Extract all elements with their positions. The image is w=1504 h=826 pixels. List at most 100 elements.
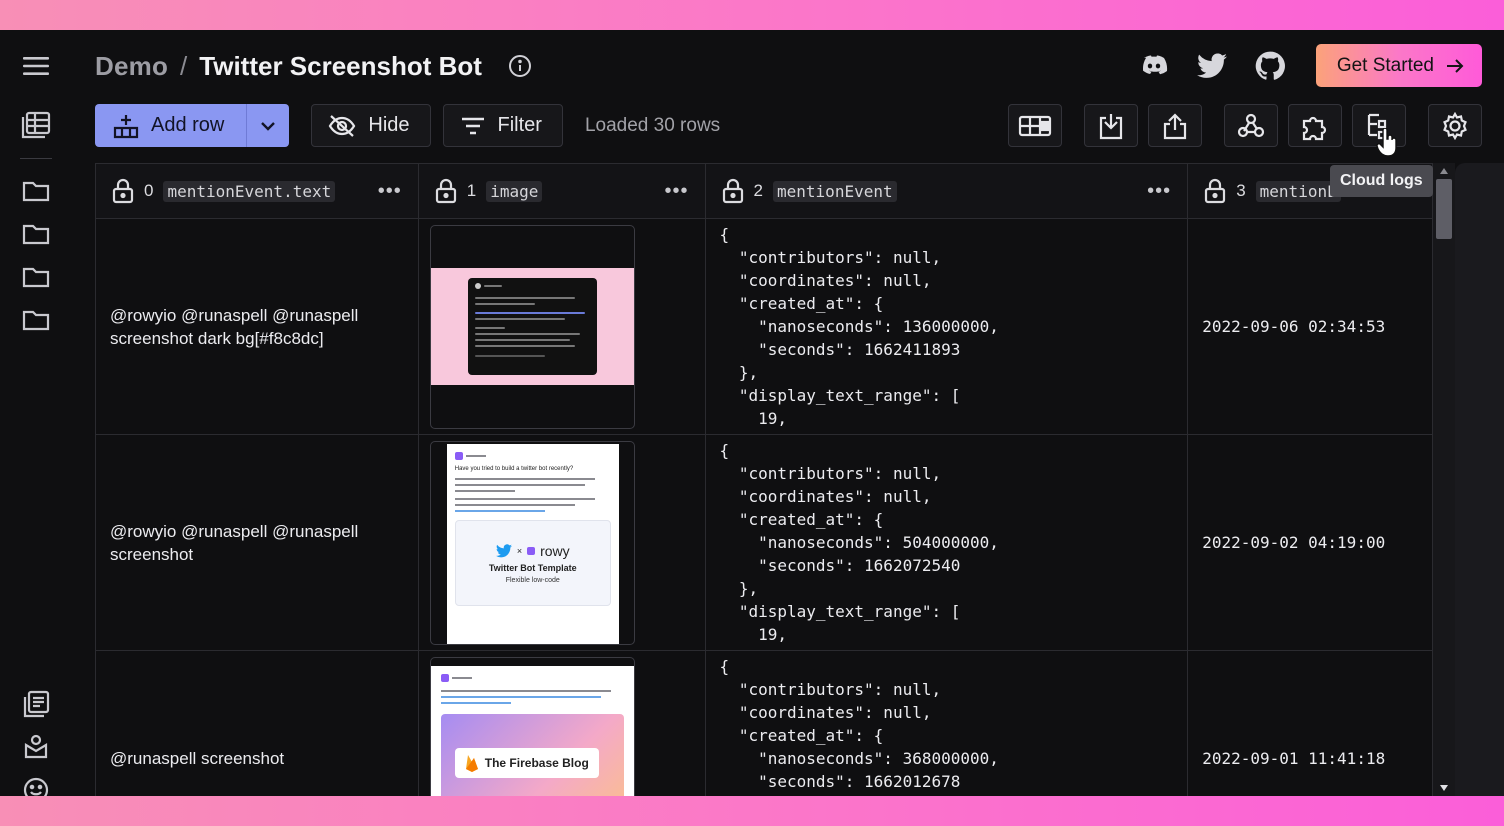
image-cell[interactable]: The Firebase Blog [419, 651, 706, 796]
firebase-flame-icon [465, 755, 478, 772]
image-cell[interactable] [419, 219, 706, 434]
table-row[interactable]: @rowyio @runaspell @runaspell screenshot… [96, 219, 1433, 435]
learn-icon[interactable] [20, 731, 52, 763]
row-count-status: Loaded 30 rows [584, 114, 721, 136]
breadcrumb-root[interactable]: Demo [95, 51, 168, 82]
date-cell[interactable]: 2022-09-06 02:34:53 [1188, 219, 1433, 434]
tables-icon[interactable] [20, 109, 52, 141]
json-cell[interactable]: { "contributors": null, "coordinates": n… [706, 435, 1189, 650]
json-cell[interactable]: { "contributors": null, "coordinates": n… [706, 651, 1189, 796]
header-actions: Get Started [1138, 44, 1482, 87]
vertical-scrollbar[interactable] [1433, 163, 1455, 796]
webhook-icon [1237, 113, 1265, 137]
column-key: mentionEvent [773, 180, 897, 202]
brand-name: rowy [540, 542, 570, 559]
firebase-blog-pill: The Firebase Blog [454, 748, 599, 778]
folder-icon[interactable] [20, 175, 52, 207]
text-cell[interactable]: @runaspell screenshot [96, 651, 419, 796]
tweet-image-light: Have you tried to build a twitter bot re… [446, 444, 619, 644]
add-row-menu-button[interactable] [246, 104, 290, 147]
column-index: 3 [1236, 181, 1246, 200]
column-header[interactable]: 1 image ••• [419, 164, 706, 218]
firebase-blog-banner: The Firebase Blog [440, 714, 624, 796]
lock-icon [435, 178, 456, 204]
column-menu-icon[interactable]: ••• [1147, 180, 1171, 203]
column-index: 1 [466, 181, 477, 200]
column-key: mentionEvent.text [163, 180, 336, 202]
github-icon[interactable] [1254, 50, 1286, 82]
tweet-screenshot-thumbnail[interactable]: Have you tried to build a twitter bot re… [429, 441, 635, 645]
discord-icon[interactable] [1138, 50, 1170, 82]
tweet-screenshot-thumbnail[interactable]: The Firebase Blog [429, 657, 635, 796]
scroll-up-arrow-icon[interactable] [1439, 167, 1449, 175]
table-tools [1008, 104, 1482, 147]
hide-button[interactable]: Hide [311, 104, 431, 147]
page-title: Twitter Screenshot Bot [199, 50, 482, 81]
column-header[interactable]: 0 mentionEvent.text ••• [96, 164, 419, 218]
table-settings-button[interactable] [1428, 104, 1482, 147]
column-menu-icon[interactable]: ••• [378, 180, 402, 203]
image-cell[interactable]: Have you tried to build a twitter bot re… [419, 435, 706, 650]
table-toolbar: Add row Hide Filter Loaded 30 rows [95, 104, 720, 147]
breadcrumb-separator: / [180, 50, 188, 81]
table-row[interactable]: @runaspell screenshot The Firebase Blog [96, 651, 1433, 796]
tweet-image-pink-bg [430, 268, 634, 385]
export-button[interactable] [1148, 104, 1202, 147]
extensions-button[interactable] [1288, 104, 1342, 147]
date-cell[interactable]: 2022-09-01 11:41:18 [1188, 651, 1433, 796]
menu-icon[interactable] [20, 50, 52, 82]
get-started-button[interactable]: Get Started [1315, 44, 1482, 87]
folder-icon[interactable] [20, 261, 52, 293]
arrow-right-icon [1447, 58, 1464, 73]
text-cell[interactable]: @rowyio @runaspell @runaspell screenshot… [96, 219, 419, 434]
column-header[interactable]: 2 mentionEvent ••• [706, 164, 1189, 218]
table-row[interactable]: @rowyio @runaspell @runaspell screenshot… [96, 435, 1433, 651]
export-icon [1163, 112, 1187, 139]
filter-icon [461, 117, 484, 134]
gear-icon [1443, 111, 1467, 140]
import-icon [1099, 113, 1123, 139]
tweet-screenshot-thumbnail[interactable] [429, 225, 635, 429]
chevron-down-icon [261, 121, 276, 131]
lock-icon [112, 178, 134, 204]
lock-icon [722, 178, 743, 204]
scroll-down-arrow-icon[interactable] [1439, 784, 1449, 792]
cloud-logs-tooltip: Cloud logs [1330, 165, 1433, 197]
scrollbar-thumb[interactable] [1436, 179, 1452, 239]
side-panel-edge [1455, 163, 1504, 796]
column-index: 2 [753, 181, 764, 200]
filter-label: Filter [497, 114, 542, 136]
template-subtitle: Flexible low-code [505, 576, 560, 584]
twitter-logo-icon [495, 543, 512, 557]
puzzle-icon [1302, 116, 1327, 140]
folder-icon[interactable] [20, 304, 52, 336]
filter-button[interactable]: Filter [442, 104, 563, 147]
column-menu-icon[interactable]: ••• [665, 180, 689, 203]
column-key: image [486, 180, 543, 202]
date-cell[interactable]: 2022-09-02 04:19:00 [1188, 435, 1433, 650]
info-icon[interactable] [508, 53, 534, 79]
sidebar [0, 30, 72, 796]
add-row-button[interactable]: Add row [95, 104, 247, 147]
lock-icon [1205, 178, 1226, 204]
app-window: Demo / Twitter Screenshot Bot Get Starte… [0, 30, 1504, 796]
data-grid: 0 mentionEvent.text ••• 1 image ••• 2 me… [95, 163, 1433, 796]
json-cell[interactable]: { "contributors": null, "coordinates": n… [706, 219, 1189, 434]
eye-off-icon [329, 114, 356, 137]
tweet-image-firebase: The Firebase Blog [430, 666, 634, 796]
column-index: 0 [144, 181, 154, 200]
sidebar-divider [20, 158, 52, 159]
webhooks-button[interactable] [1224, 104, 1278, 147]
feedback-smile-icon[interactable] [20, 774, 52, 796]
tweet-card-dark [467, 278, 597, 375]
table-rows-icon [1018, 115, 1052, 136]
twitter-icon[interactable] [1196, 50, 1228, 82]
import-button[interactable] [1084, 104, 1138, 147]
text-cell[interactable]: @rowyio @runaspell @runaspell screenshot [96, 435, 419, 650]
hand-cursor-icon [1376, 128, 1397, 157]
docs-icon[interactable] [20, 688, 52, 720]
tweet-text: Have you tried to build a twitter bot re… [454, 466, 574, 472]
folder-icon[interactable] [20, 218, 52, 250]
add-row-label: Add row [151, 114, 225, 136]
row-height-button[interactable] [1008, 104, 1062, 147]
